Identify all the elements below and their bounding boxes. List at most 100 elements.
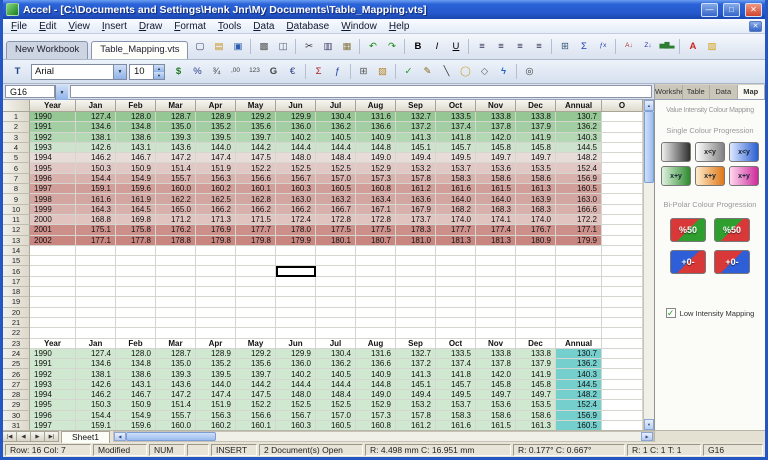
- grid-cell[interactable]: [516, 277, 556, 287]
- grid-cell[interactable]: 159.1: [76, 184, 116, 194]
- grid-cell[interactable]: [276, 328, 316, 338]
- grid-cell[interactable]: 128.7: [156, 112, 196, 122]
- grid-cell[interactable]: [396, 246, 436, 256]
- grid-cell[interactable]: [30, 297, 76, 307]
- row-header[interactable]: 22: [3, 328, 30, 338]
- grid-cell[interactable]: 171.2: [156, 215, 196, 225]
- grid-cell[interactable]: 144.4: [276, 143, 316, 153]
- grid-cell[interactable]: [276, 287, 316, 297]
- grid-cell[interactable]: [116, 266, 156, 276]
- menu-database[interactable]: Database: [280, 20, 335, 33]
- grid-cell[interactable]: [276, 256, 316, 266]
- grid-cell[interactable]: [516, 308, 556, 318]
- grid-cell[interactable]: [436, 297, 476, 307]
- grid-cell[interactable]: 131.6: [356, 112, 396, 122]
- grid-cell[interactable]: [602, 133, 643, 143]
- grid-cell[interactable]: [516, 246, 556, 256]
- plus-minus-red-blue-button[interactable]: +0-: [714, 250, 750, 274]
- grid-cell[interactable]: [556, 318, 602, 328]
- grid-cell[interactable]: [396, 328, 436, 338]
- column-header-annual[interactable]: Annual: [556, 100, 602, 112]
- maximize-button[interactable]: □: [723, 3, 740, 17]
- scroll-left-button[interactable]: ◀: [114, 432, 126, 441]
- grid-cell[interactable]: [436, 308, 476, 318]
- grid-cell[interactable]: 1994: [30, 153, 76, 163]
- grid-cell[interactable]: 149.5: [436, 390, 476, 400]
- grid-cell[interactable]: 153.5: [516, 163, 556, 173]
- grid-cell[interactable]: 144.4: [276, 380, 316, 390]
- grid-cell[interactable]: 146.7: [116, 390, 156, 400]
- grid-cell[interactable]: 161.6: [436, 184, 476, 194]
- grid-cell[interactable]: [602, 205, 643, 215]
- grid-cell[interactable]: [602, 380, 643, 390]
- grid-cell[interactable]: [196, 277, 236, 287]
- draw-ellipse-button[interactable]: ◯: [457, 63, 475, 81]
- grid-cell[interactable]: 160.5: [316, 184, 356, 194]
- grid-cell[interactable]: 164.0: [476, 194, 516, 204]
- grid-cell[interactable]: 141.8: [436, 133, 476, 143]
- font-size-spinner[interactable]: ▲ ▼: [153, 65, 164, 79]
- grid-cell[interactable]: 1996: [30, 174, 76, 184]
- grid-cell[interactable]: [316, 277, 356, 287]
- grid-cell[interactable]: 130.4: [316, 112, 356, 122]
- grid-cell[interactable]: 137.4: [436, 359, 476, 369]
- magenta-progression-button[interactable]: x+y: [729, 166, 759, 186]
- vertical-scrollbar[interactable]: ▲ ▼: [643, 100, 654, 430]
- row-header[interactable]: 30: [3, 411, 30, 421]
- grid-cell[interactable]: 135.6: [236, 359, 276, 369]
- draw-polygon-button[interactable]: ◇: [476, 63, 494, 81]
- copy-button[interactable]: ▥: [319, 38, 337, 56]
- column-header-apr[interactable]: Apr: [196, 100, 236, 112]
- row-header[interactable]: 31: [3, 421, 30, 430]
- grid-cell[interactable]: [602, 236, 643, 246]
- grid-cell[interactable]: [76, 297, 116, 307]
- grid-cell[interactable]: 144.2: [236, 143, 276, 153]
- menu-help[interactable]: Help: [383, 20, 416, 33]
- grid-cell[interactable]: [396, 318, 436, 328]
- grid-cell[interactable]: 168.8: [76, 215, 116, 225]
- grid-cell[interactable]: 137.9: [516, 122, 556, 132]
- grid-cell[interactable]: [602, 390, 643, 400]
- align-center-button[interactable]: ≡: [492, 38, 510, 56]
- grid-cell[interactable]: 163.2: [316, 194, 356, 204]
- fraction-format-button[interactable]: ¾: [208, 63, 226, 81]
- grid-cell[interactable]: [556, 266, 602, 276]
- align-justify-button[interactable]: ≡: [530, 38, 548, 56]
- grid-cell[interactable]: 137.9: [516, 359, 556, 369]
- grid-cell[interactable]: 147.2: [156, 390, 196, 400]
- grid-cell[interactable]: [236, 246, 276, 256]
- grid-cell[interactable]: [602, 349, 643, 359]
- grid-cell[interactable]: 154.9: [116, 174, 156, 184]
- grid-cell[interactable]: 171.3: [196, 215, 236, 225]
- grid-cell[interactable]: [556, 287, 602, 297]
- grid-cell[interactable]: 137.2: [396, 122, 436, 132]
- horizontal-scrollbar[interactable]: ◀ ▶: [113, 431, 654, 442]
- grid-cell[interactable]: 135.6: [236, 122, 276, 132]
- vertical-scroll-track[interactable]: [644, 183, 654, 419]
- grid-cell[interactable]: [276, 246, 316, 256]
- sum-button[interactable]: Σ: [575, 38, 593, 56]
- grid-cell[interactable]: 178.0: [276, 225, 316, 235]
- grid-cell[interactable]: [196, 256, 236, 266]
- grid-cell[interactable]: 129.9: [276, 349, 316, 359]
- grid-cell[interactable]: [356, 318, 396, 328]
- grid-cell[interactable]: [602, 277, 643, 287]
- grid-cell[interactable]: Dec: [516, 339, 556, 349]
- grid-cell[interactable]: [156, 266, 196, 276]
- panel-tab-worksheet[interactable]: Worksheet: [655, 85, 683, 99]
- grid-cell[interactable]: 157.3: [356, 174, 396, 184]
- percent-format-button[interactable]: %: [189, 63, 207, 81]
- grid-cell[interactable]: [316, 308, 356, 318]
- currency-format-button[interactable]: $: [170, 63, 188, 81]
- grid-cell[interactable]: 166.2: [196, 205, 236, 215]
- grid-cell[interactable]: 156.6: [236, 411, 276, 421]
- last-sheet-button[interactable]: ▶|: [45, 431, 59, 442]
- font-dropdown-icon[interactable]: ▼: [113, 65, 126, 79]
- grid-cell[interactable]: 169.8: [116, 215, 156, 225]
- grid-cell[interactable]: [276, 308, 316, 318]
- grid-cell[interactable]: 128.7: [156, 349, 196, 359]
- grid-cell[interactable]: 154.4: [76, 411, 116, 421]
- grid-cell[interactable]: 138.6: [116, 369, 156, 379]
- underline-button[interactable]: U: [447, 38, 465, 56]
- grid-cell[interactable]: 132.7: [396, 349, 436, 359]
